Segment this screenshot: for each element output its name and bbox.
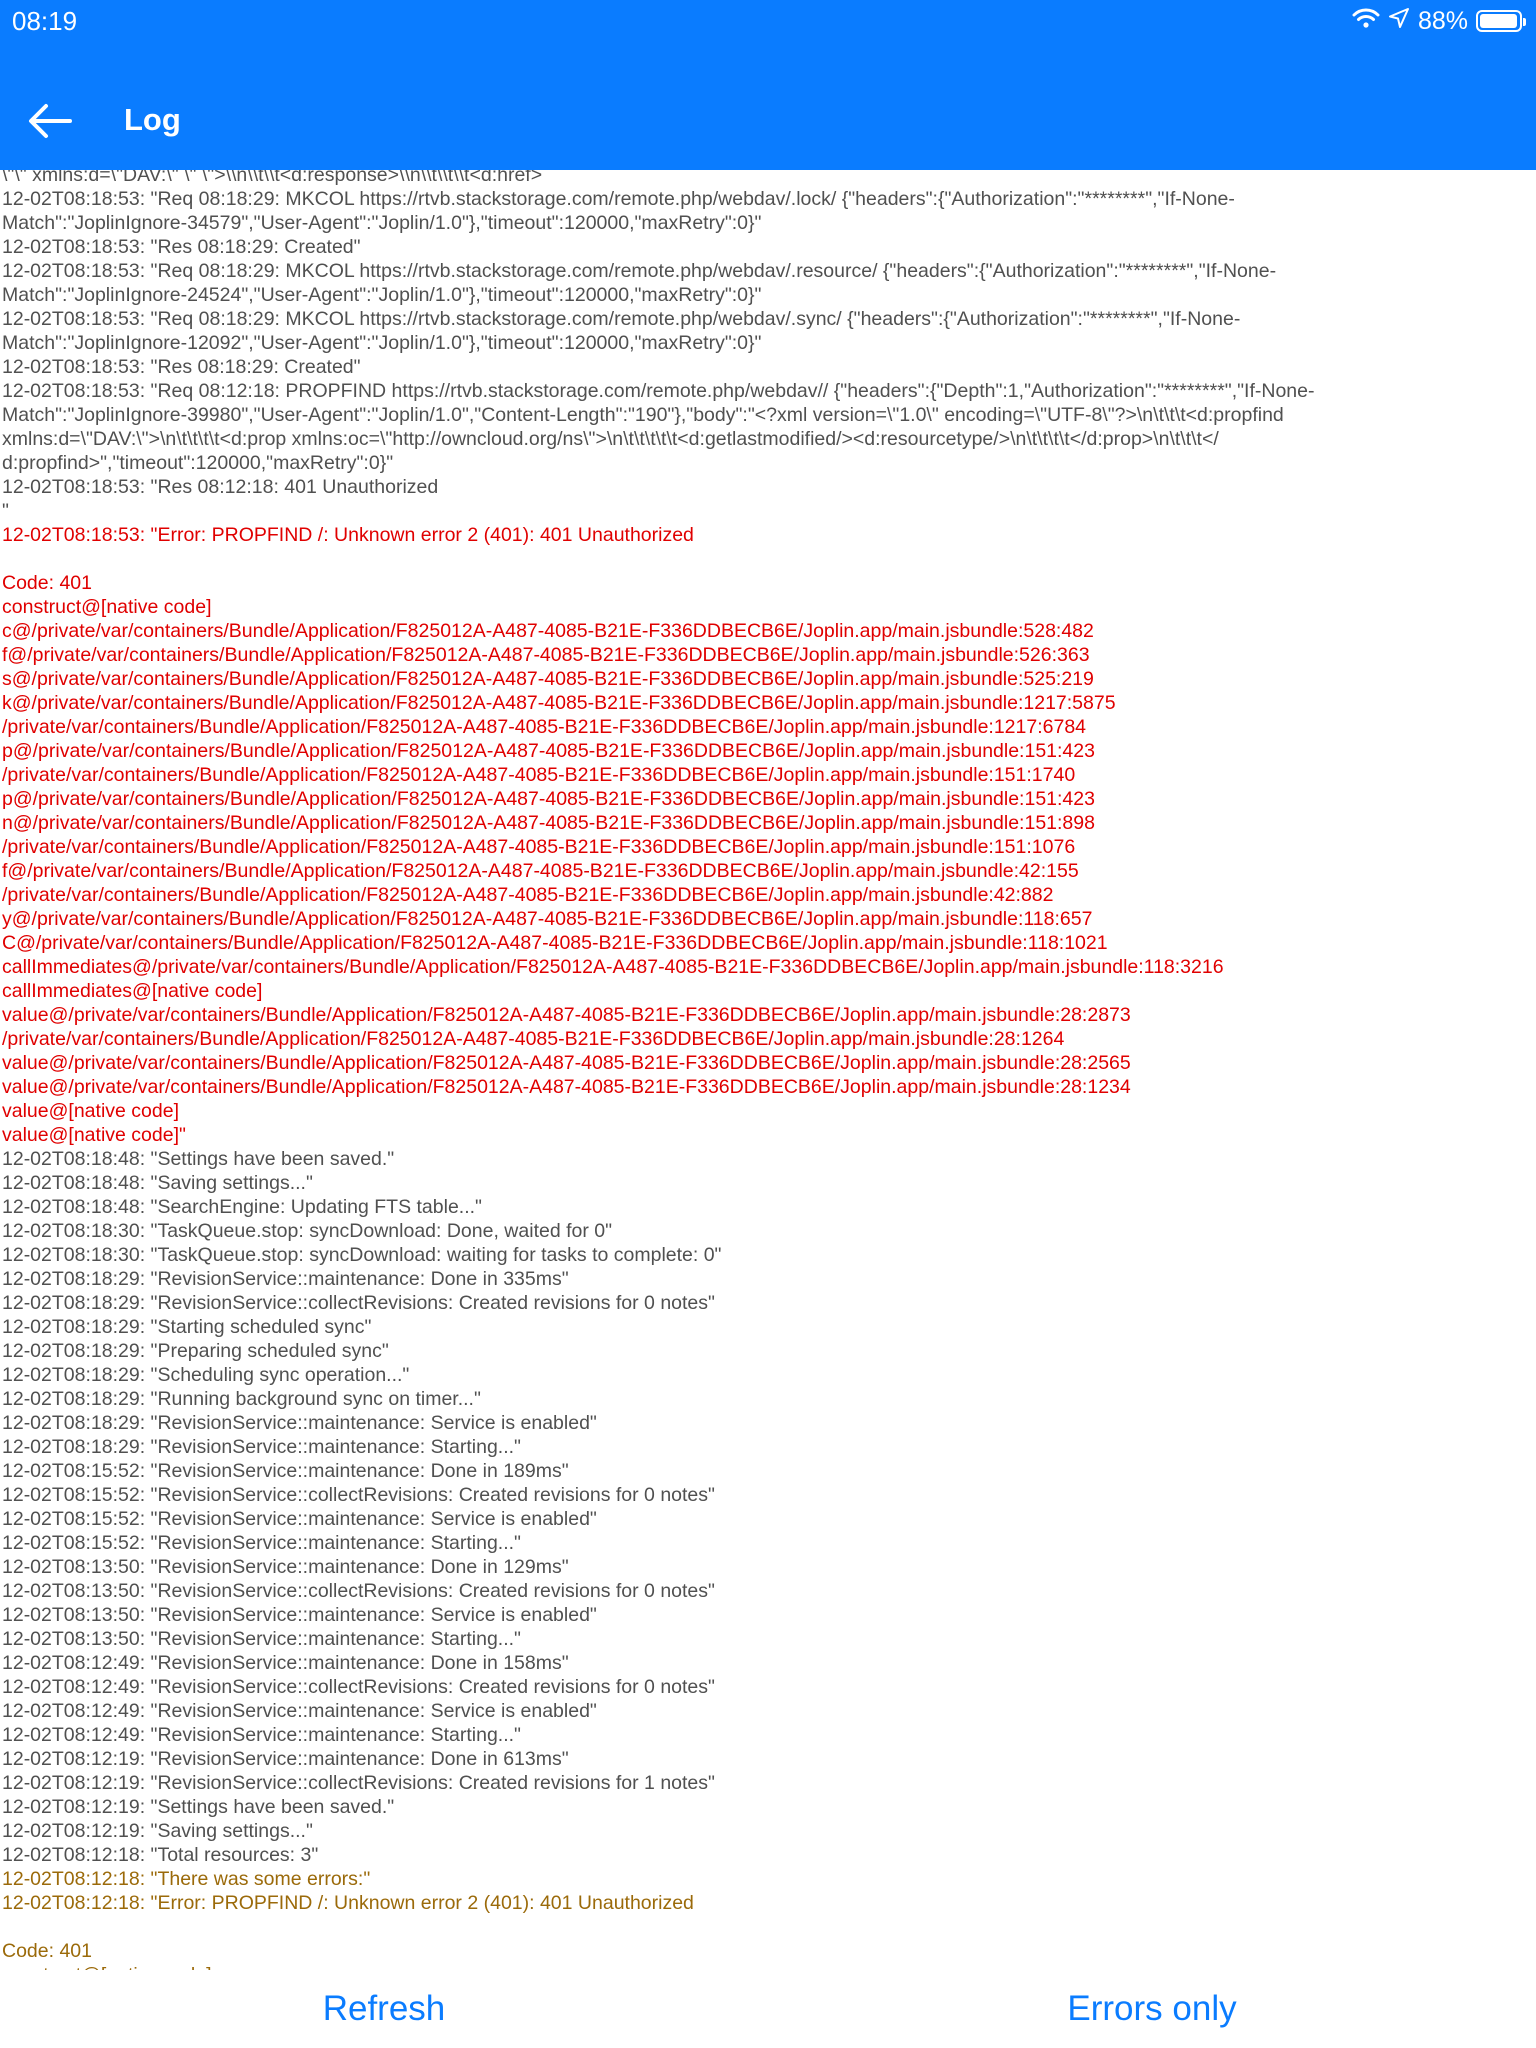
log-line: 12-02T08:18:29: "RevisionService::collec… xyxy=(2,1292,715,1314)
log-line: value@/private/var/containers/Bundle/App… xyxy=(2,1052,1131,1074)
log-line: 12-02T08:12:49: "RevisionService::collec… xyxy=(2,1676,715,1698)
log-line: 12-02T08:12:49: "RevisionService::mainte… xyxy=(2,1652,569,1674)
log-line: 12-02T08:12:19: "Saving settings..." xyxy=(2,1820,313,1842)
footer-toolbar: Refresh Errors only xyxy=(0,1970,1536,2048)
log-line: Code: 401 xyxy=(2,1940,92,1962)
log-line: 12-02T08:18:53: "Res 08:18:29: Created" xyxy=(2,356,361,378)
log-line: /private/var/containers/Bundle/Applicati… xyxy=(2,764,1076,786)
log-line: 12-02T08:18:29: "Starting scheduled sync… xyxy=(2,1316,372,1338)
log-line: C@/private/var/containers/Bundle/Applica… xyxy=(2,932,1108,954)
log-line: 12-02T08:12:19: "Settings have been save… xyxy=(2,1796,395,1818)
log-line: value@/private/var/containers/Bundle/App… xyxy=(2,1004,1131,1026)
log-line: p@/private/var/containers/Bundle/Applica… xyxy=(2,740,1095,762)
log-line: 12-02T08:18:29: "Scheduling sync operati… xyxy=(2,1364,410,1386)
log-line: /private/var/containers/Bundle/Applicati… xyxy=(2,716,1087,738)
log-line: 12-02T08:18:53: "Req 08:18:29: MKCOL htt… xyxy=(2,260,1277,282)
log-line: 12-02T08:18:30: "TaskQueue.stop: syncDow… xyxy=(2,1244,722,1266)
log-line: 12-02T08:13:50: "RevisionService::mainte… xyxy=(2,1556,569,1578)
log-line: 12-02T08:12:18: "There was some errors:" xyxy=(2,1868,371,1890)
log-line: 12-02T08:18:29: "RevisionService::mainte… xyxy=(2,1268,569,1290)
log-line: 12-02T08:18:29: "Preparing scheduled syn… xyxy=(2,1340,389,1362)
log-line: 12-02T08:18:53: "Res 08:18:29: Created" xyxy=(2,236,361,258)
log-line: d:propfind>","timeout":120000,"maxRetry"… xyxy=(2,452,394,474)
log-line: 12-02T08:18:29: "RevisionService::mainte… xyxy=(2,1436,521,1458)
errors-only-button[interactable]: Errors only xyxy=(768,1970,1536,2048)
log-line: s@/private/var/containers/Bundle/Applica… xyxy=(2,668,1094,690)
log-line: Match":"JoplinIgnore-34579","User-Agent"… xyxy=(2,212,762,234)
log-line: 12-02T08:12:19: "RevisionService::collec… xyxy=(2,1772,715,1794)
log-line: /private/var/containers/Bundle/Applicati… xyxy=(2,1028,1065,1050)
log-content: \"\" xmlns:d=\"DAV:\" \" \">\\n\\t\\t<d:… xyxy=(2,170,1536,1970)
location-arrow-icon xyxy=(1388,7,1410,36)
log-line: c@/private/var/containers/Bundle/Applica… xyxy=(2,620,1094,642)
log-line: 12-02T08:12:49: "RevisionService::mainte… xyxy=(2,1724,521,1746)
log-line: xmlns:d=\"DAV:\">\n\t\t\t\t<d:prop xmlns… xyxy=(2,428,1219,450)
log-line: 12-02T08:12:19: "RevisionService::mainte… xyxy=(2,1748,569,1770)
log-line: " xyxy=(2,500,9,522)
log-line: \"\" xmlns:d=\"DAV:\" \" \">\\n\\t\\t<d:… xyxy=(2,170,543,186)
log-line: /private/var/containers/Bundle/Applicati… xyxy=(2,836,1076,858)
log-line: n@/private/var/containers/Bundle/Applica… xyxy=(2,812,1095,834)
log-line: value@[native code]" xyxy=(2,1124,186,1146)
refresh-button[interactable]: Refresh xyxy=(0,1970,768,2048)
app-header: 08:19 88% Log xyxy=(0,0,1536,170)
log-line: construct@[native code] xyxy=(2,1963,1536,1970)
log-line: construct@[native code] xyxy=(2,596,212,618)
log-line: 12-02T08:18:48: "SearchEngine: Updating … xyxy=(2,1196,482,1218)
wifi-icon xyxy=(1352,7,1380,36)
log-line: 12-02T08:13:50: "RevisionService::collec… xyxy=(2,1580,715,1602)
log-line: value@/private/var/containers/Bundle/App… xyxy=(2,1076,1131,1098)
page-title: Log xyxy=(124,102,181,137)
log-line: /private/var/containers/Bundle/Applicati… xyxy=(2,884,1054,906)
log-line: value@[native code] xyxy=(2,1100,179,1122)
log-line: callImmediates@[native code] xyxy=(2,980,263,1002)
log-line: 12-02T08:18:53: "Req 08:12:18: PROPFIND … xyxy=(2,380,1315,402)
log-line: 12-02T08:18:29: "Running background sync… xyxy=(2,1388,481,1410)
log-list[interactable]: \"\" xmlns:d=\"DAV:\" \" \">\\n\\t\\t<d:… xyxy=(0,170,1536,1970)
log-line: 12-02T08:18:53: "Res 08:12:18: 401 Unaut… xyxy=(2,476,439,498)
log-line: 12-02T08:18:53: "Error: PROPFIND /: Unkn… xyxy=(2,524,694,546)
log-line: 12-02T08:18:48: "Saving settings..." xyxy=(2,1172,313,1194)
log-line: 12-02T08:18:29: "RevisionService::mainte… xyxy=(2,1412,597,1434)
battery-percent: 88% xyxy=(1417,6,1468,35)
log-line: Match":"JoplinIgnore-39980","User-Agent"… xyxy=(2,404,1284,426)
log-line: k@/private/var/containers/Bundle/Applica… xyxy=(2,692,1116,714)
log-line: Code: 401 xyxy=(2,572,92,594)
back-button[interactable] xyxy=(22,95,78,151)
log-line: y@/private/var/containers/Bundle/Applica… xyxy=(2,908,1093,930)
log-line: 12-02T08:18:53: "Req 08:18:29: MKCOL htt… xyxy=(2,188,1235,210)
log-line: callImmediates@/private/var/containers/B… xyxy=(2,956,1224,978)
log-line: 12-02T08:15:52: "RevisionService::mainte… xyxy=(2,1460,569,1482)
log-line: 12-02T08:15:52: "RevisionService::mainte… xyxy=(2,1532,521,1554)
status-indicators: 88% xyxy=(1352,6,1526,36)
log-line: Match":"JoplinIgnore-24524","User-Agent"… xyxy=(2,284,762,306)
log-line: f@/private/var/containers/Bundle/Applica… xyxy=(2,860,1079,882)
log-line: 12-02T08:13:50: "RevisionService::mainte… xyxy=(2,1628,521,1650)
log-line: 12-02T08:15:52: "RevisionService::mainte… xyxy=(2,1508,597,1530)
log-line: p@/private/var/containers/Bundle/Applica… xyxy=(2,788,1095,810)
log-line: 12-02T08:12:18: "Error: PROPFIND /: Unkn… xyxy=(2,1892,694,1914)
log-line: 12-02T08:18:30: "TaskQueue.stop: syncDow… xyxy=(2,1220,613,1242)
status-time: 08:19 xyxy=(12,6,78,36)
battery-icon xyxy=(1476,10,1526,32)
log-line: 12-02T08:18:53: "Req 08:18:29: MKCOL htt… xyxy=(2,308,1241,330)
log-line: 12-02T08:18:48: "Settings have been save… xyxy=(2,1148,395,1170)
log-line: f@/private/var/containers/Bundle/Applica… xyxy=(2,644,1090,666)
arrow-left-icon xyxy=(28,103,72,144)
log-line: 12-02T08:12:49: "RevisionService::mainte… xyxy=(2,1700,597,1722)
log-line: 12-02T08:13:50: "RevisionService::mainte… xyxy=(2,1604,597,1626)
log-line: Match":"JoplinIgnore-12092","User-Agent"… xyxy=(2,332,762,354)
log-line: 12-02T08:12:18: "Total resources: 3" xyxy=(2,1844,319,1866)
log-line: 12-02T08:15:52: "RevisionService::collec… xyxy=(2,1484,715,1506)
